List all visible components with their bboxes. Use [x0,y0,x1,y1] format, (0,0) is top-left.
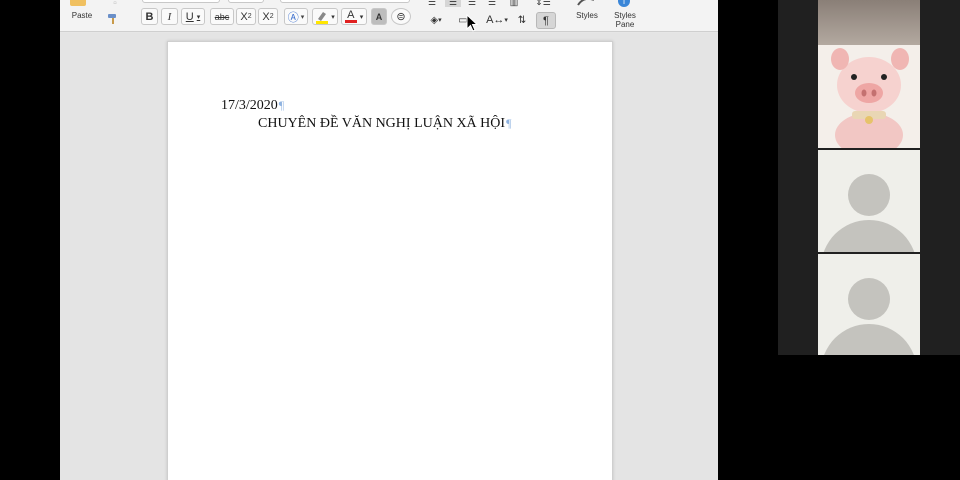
info-icon: i [618,0,630,7]
show-formatting-button[interactable]: ¶ [536,12,556,29]
font-name-box[interactable] [142,0,220,3]
chevron-down-icon: ▾ [331,13,335,21]
paragraph-mark: ¶ [278,98,285,112]
paste-button[interactable]: Paste [68,10,96,20]
date-line: 17/3/2020¶ [221,98,284,114]
align-right-icon[interactable]: ☰ [465,0,479,7]
character-shading-button[interactable]: A [371,8,387,25]
character-shading-label: A [375,11,383,22]
font-color-label: A [347,8,355,21]
pilcrow-icon: ¶ [543,14,549,27]
word-window: Paste ▫ B I U ▾ abc X2 X2 Ⓐ ▾ ▾ A ▾ A ⊜ … [60,0,718,480]
strikethrough-label: abc [214,11,230,22]
person-head-icon [848,278,890,320]
screen: Paste ▫ B I U ▾ abc X2 X2 Ⓐ ▾ ▾ A ▾ A ⊜ … [0,0,960,480]
chevron-down-icon: ▾ [300,13,305,21]
superscript-button[interactable]: X2 [258,8,278,25]
pig-avatar [818,45,920,148]
italic-button[interactable]: I [161,8,178,25]
justify-icon[interactable]: ☰ [485,0,499,7]
line-spacing-icon[interactable]: ⇕☰ [532,0,554,7]
underline-button[interactable]: U ▾ [181,8,205,25]
superscript-label: X [262,10,270,23]
participant-video-tile[interactable] [818,150,920,252]
sort-icon: ⇅ [517,14,527,26]
paragraph-mark: ¶ [506,116,512,130]
title-line: CHUYÊN ĐỀ VĂN NGHỊ LUẬN XÃ HỘI¶ [258,116,512,132]
subscript-mark: 2 [247,13,252,20]
bold-button[interactable]: B [141,8,158,25]
subscript-button[interactable]: X2 [236,8,256,25]
participant-video-tile[interactable] [818,0,920,45]
styles-label: Styles [576,10,598,20]
italic-label: I [167,10,172,23]
participant-video-tile[interactable] [818,45,920,148]
font-color-button[interactable]: A ▾ [341,8,367,25]
document-page[interactable]: 17/3/2020¶ CHUYÊN ĐỀ VĂN NGHỊ LUẬN XÃ HỘ… [167,41,613,480]
font-color-icon: A [344,8,357,23]
participants-panel [778,0,960,355]
participant-video-tile[interactable] [818,254,920,355]
styles-pane-label: Styles Pane [614,11,636,29]
copy-icon[interactable]: ▫ [108,0,122,9]
columns-icon[interactable]: ▥ [507,0,521,7]
text-direction-icon: A↔ [486,14,505,26]
paste-label: Paste [71,10,93,20]
home-ribbon: Paste ▫ B I U ▾ abc X2 X2 Ⓐ ▾ ▾ A ▾ A ⊜ … [60,0,718,32]
enclose-characters-button[interactable]: ⊜ [391,8,411,25]
format-painter-icon[interactable] [106,12,122,26]
chevron-down-icon: ▾ [504,17,508,24]
clipboard-icon [70,0,86,6]
enclose-characters-icon: ⊜ [396,11,406,23]
align-left-icon[interactable]: ☰ [425,0,439,7]
styles-icon [575,0,597,6]
person-body-icon [821,324,917,355]
font-size-box[interactable] [228,0,264,3]
document-canvas: 17/3/2020¶ CHUYÊN ĐỀ VĂN NGHỊ LUẬN XÃ HỘ… [60,33,718,480]
subscript-label: X [240,10,248,23]
date-text: 17/3/2020 [221,98,278,113]
title-text: CHUYÊN ĐỀ VĂN NGHỊ LUẬN XÃ HỘI [258,116,506,131]
shading-button[interactable]: ◈ ▾ [425,12,447,28]
text-effects-button[interactable]: Ⓐ ▾ [284,8,308,25]
paint-bucket-icon: ◈ [430,14,439,26]
highlighter-icon [316,11,329,24]
highlight-button[interactable]: ▾ [312,8,338,25]
chevron-down-icon: ▾ [359,13,364,21]
strikethrough-button[interactable]: abc [210,8,234,25]
chevron-down-icon: ▾ [196,13,201,21]
text-effects-icon: Ⓐ [287,11,299,24]
sort-button[interactable]: ⇅ [513,12,531,28]
text-direction-button[interactable]: A↔ ▾ [484,12,510,28]
superscript-mark: 2 [269,13,274,20]
font-color-bar [344,19,357,23]
styles-pane-button[interactable]: Styles Pane [608,10,642,30]
mouse-pointer-icon [466,14,478,32]
camera-feed [818,0,920,45]
underline-label: U [185,10,194,23]
bold-label: B [145,10,154,23]
chevron-down-icon: ▾ [438,17,442,24]
person-head-icon [848,174,890,216]
person-body-icon [821,220,917,252]
font-controls-row[interactable] [280,0,410,3]
styles-button[interactable]: Styles [571,10,603,20]
align-center-icon[interactable]: ☰ [445,0,461,7]
